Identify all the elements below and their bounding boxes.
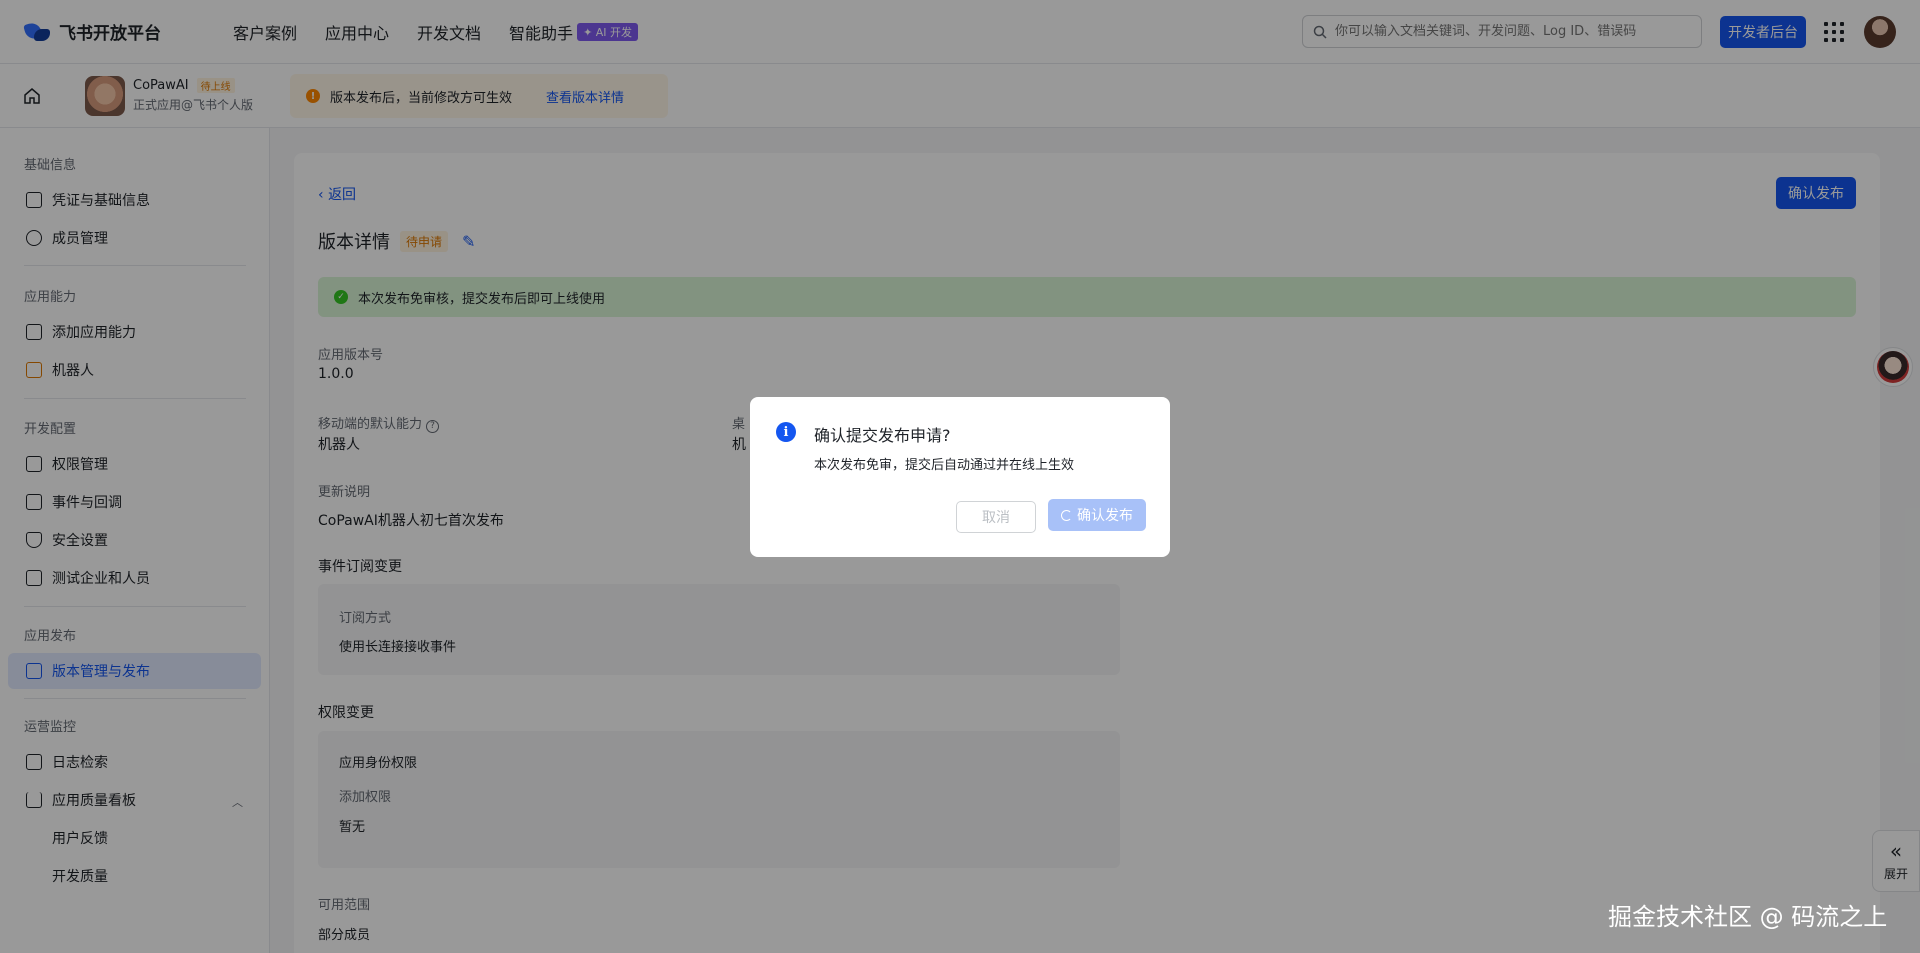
confirm-publish-dialog: i 确认提交发布申请? 本次发布免审，提交后自动通过并在线上生效 取消 确认发布 [750,397,1170,557]
cancel-button[interactable]: 取消 [956,501,1036,533]
dialog-message: 本次发布免审，提交后自动通过并在线上生效 [814,458,1075,473]
loading-spinner-icon [1061,509,1072,521]
watermark: 掘金技术社区 @ 码流之上 [1608,903,1888,931]
dialog-confirm-label: 确认发布 [1077,508,1133,524]
info-icon: i [776,422,796,442]
dialog-confirm-button[interactable]: 确认发布 [1048,499,1146,531]
dialog-title: 确认提交发布申请? [814,426,951,445]
